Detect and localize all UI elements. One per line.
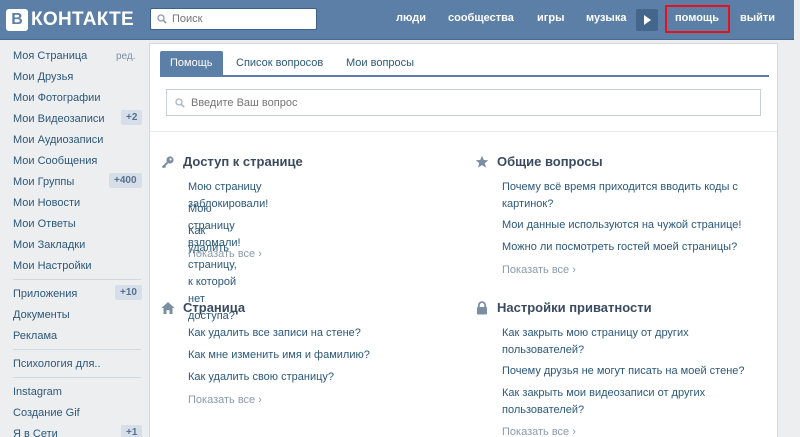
nav-communities[interactable]: сообщества xyxy=(448,12,514,24)
question-link[interactable]: Как закрыть мои видеозаписи от других по… xyxy=(502,385,742,419)
section-title: Настройки приватности xyxy=(475,300,652,315)
question-search[interactable] xyxy=(166,89,761,116)
sidebar-item-apps[interactable]: Приложения xyxy=(13,288,77,300)
nav-people[interactable]: люди xyxy=(396,12,426,24)
sidebar-item-groups[interactable]: Мои Группы xyxy=(13,176,74,188)
question-link[interactable]: Как удалить все записи на стене? xyxy=(188,325,361,342)
show-all-link[interactable]: Показать все › xyxy=(188,394,262,406)
help-panel: Помощь Список вопросов Мои вопросы Досту… xyxy=(149,43,778,437)
sidebar-item-videos[interactable]: Мои Видеозаписи xyxy=(13,113,105,125)
sidebar-item-psychology[interactable]: Психология для.. xyxy=(13,358,101,370)
lock-icon xyxy=(477,300,487,314)
chevron-right-icon: › xyxy=(572,264,576,276)
question-link[interactable]: Мои данные используются на чужой страниц… xyxy=(502,217,741,234)
search-icon xyxy=(157,14,167,24)
section-title-text: Страница xyxy=(183,300,246,315)
sidebar-item-my-page[interactable]: Моя Страница xyxy=(13,50,87,62)
sidebar-item-audio[interactable]: Мои Аудиозаписи xyxy=(13,134,103,146)
section-title: Доступ к странице xyxy=(161,154,303,169)
question-link[interactable]: Как закрыть мою страницу от других польз… xyxy=(502,325,742,359)
section-title: Страница xyxy=(161,300,245,315)
chevron-right-icon: › xyxy=(258,394,262,406)
sidebar-divider xyxy=(13,377,141,378)
sidebar-badge-online: +1 xyxy=(121,425,143,437)
logo-text: КОНТАКТЕ xyxy=(31,9,134,30)
question-input[interactable] xyxy=(191,96,751,109)
question-link[interactable]: Как удалить свою страницу? xyxy=(188,369,334,386)
show-all-text: Показать все xyxy=(502,264,570,276)
sidebar-divider xyxy=(13,279,141,280)
show-all-text: Показать все xyxy=(502,426,570,437)
sidebar-item-bookmarks[interactable]: Мои Закладки xyxy=(13,239,85,251)
question-link[interactable]: Почему всё время приходится вводить коды… xyxy=(502,179,752,213)
sidebar-divider xyxy=(13,349,141,350)
content-divider xyxy=(150,131,777,132)
sidebar-badge-apps: +10 xyxy=(115,285,142,300)
sidebar-item-documents[interactable]: Документы xyxy=(13,309,70,321)
section-title-text: Доступ к странице xyxy=(183,154,303,169)
play-icon[interactable] xyxy=(636,9,658,31)
search-input[interactable] xyxy=(172,13,302,25)
header-search[interactable] xyxy=(150,8,317,30)
tab-question-list[interactable]: Список вопросов xyxy=(226,51,333,75)
tab-help[interactable]: Помощь xyxy=(160,51,223,75)
key-icon xyxy=(161,155,174,168)
sidebar-item-news[interactable]: Мои Новости xyxy=(13,197,80,209)
section-title-text: Общие вопросы xyxy=(497,154,603,169)
question-link[interactable]: Можно ли посмотреть гостей моей страницы… xyxy=(502,239,737,256)
help-highlight-box xyxy=(665,5,730,33)
sidebar-item-ads[interactable]: Реклама xyxy=(13,330,57,342)
show-all-link[interactable]: Показать все › xyxy=(502,426,576,437)
sidebar-edit-link[interactable]: ред. xyxy=(116,51,136,62)
sidebar-item-settings[interactable]: Мои Настройки xyxy=(13,260,92,272)
nav-games[interactable]: игры xyxy=(537,12,564,24)
search-icon xyxy=(175,97,185,108)
sidebar-item-messages[interactable]: Мои Сообщения xyxy=(13,155,97,167)
chevron-right-icon: › xyxy=(572,426,576,437)
show-all-link[interactable]: Показать все › xyxy=(188,248,262,260)
section-title-text: Настройки приватности xyxy=(497,300,652,315)
question-link[interactable]: Как мне изменить имя и фамилию? xyxy=(188,347,370,364)
question-link[interactable]: Почему друзья не могут писать на моей ст… xyxy=(502,363,745,380)
sidebar-badge-groups: +400 xyxy=(109,173,142,188)
sidebar-item-online[interactable]: Я в Сети xyxy=(13,428,58,437)
sidebar-item-friends[interactable]: Мои Друзья xyxy=(13,71,73,83)
sidebar-item-photos[interactable]: Мои Фотографии xyxy=(13,92,100,104)
show-all-text: Показать все xyxy=(188,394,256,406)
section-title: Общие вопросы xyxy=(475,154,603,169)
sidebar-item-answers[interactable]: Мои Ответы xyxy=(13,218,76,230)
sidebar-item-gif[interactable]: Создание Gif xyxy=(13,407,80,419)
tab-my-questions[interactable]: Мои вопросы xyxy=(336,51,424,75)
show-all-text: Показать все xyxy=(188,248,256,260)
vk-logo[interactable]: В КОНТАКТЕ xyxy=(6,8,134,32)
top-header: В КОНТАКТЕ люди сообщества игры музыка п… xyxy=(0,0,794,40)
sidebar-badge-videos: +2 xyxy=(121,110,143,125)
logo-letter: В xyxy=(6,9,28,31)
sidebar-item-instagram[interactable]: Instagram xyxy=(13,386,62,398)
star-icon xyxy=(475,155,489,168)
nav-music[interactable]: музыка xyxy=(586,12,626,24)
tab-underline xyxy=(160,75,769,77)
chevron-right-icon: › xyxy=(258,248,262,260)
home-icon xyxy=(161,301,175,314)
show-all-link[interactable]: Показать все › xyxy=(502,264,576,276)
nav-logout[interactable]: выйти xyxy=(740,12,775,24)
